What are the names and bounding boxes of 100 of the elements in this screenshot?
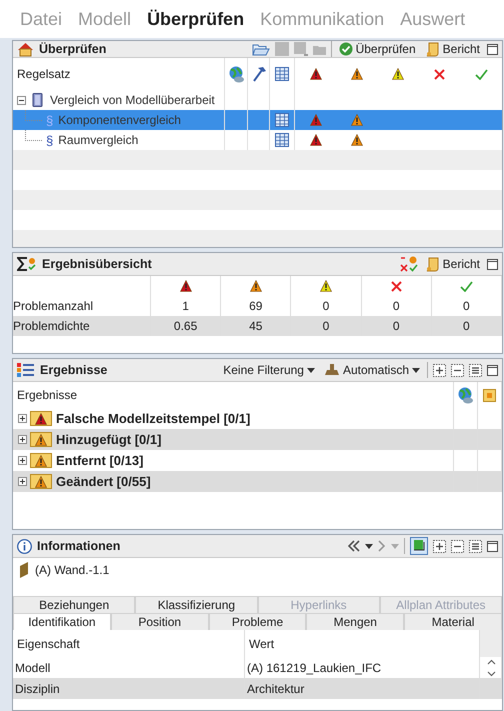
table-cell: 0 [392,319,400,333]
result-label[interactable]: Geändert [0/55] [56,474,151,489]
list-icon[interactable] [469,540,482,552]
sync-icon[interactable] [410,537,428,555]
row-label: Problemanzahl [13,299,94,313]
collapse-all-icon[interactable] [451,364,464,376]
rule-label[interactable]: Vergleich von Modellüberarbeit [50,93,215,107]
table-cell: 0 [322,299,330,313]
tab[interactable]: Identifikation [13,613,111,630]
toolbar-button[interactable]: Bericht [422,42,482,56]
checkmark-icon [460,280,473,292]
expand-all-icon[interactable] [433,364,446,376]
tab[interactable]: Beziehungen [13,596,136,613]
maximize-icon[interactable] [487,44,498,54]
cross-icon [390,280,403,292]
wall-icon [19,562,29,578]
table-cell: 0 [322,319,330,333]
table-cell: 0 [392,299,400,313]
dropdown-arrow-icon[interactable] [365,544,373,548]
expand-icon[interactable] [18,477,27,486]
table-cell: 0 [463,299,470,313]
warning-icon [351,68,364,80]
table-cell: 0.65 [174,319,198,333]
table-cell: 69 [249,299,262,313]
scroll-icon [424,42,440,56]
sigma-icon [17,257,37,271]
result-label[interactable]: Falsche Modellzeitstempel [0/1] [56,411,250,426]
result-label[interactable]: Entfernt [0/13] [56,453,144,468]
globe-icon [457,386,474,404]
scroll-icon [424,256,440,272]
result-label[interactable]: Hinzugefügt [0/1] [56,432,162,447]
row-label: Problemdichte [13,319,90,333]
panel-title: Ergebnisübersicht [42,257,152,271]
warning-icon [392,68,404,80]
maximize-icon[interactable] [487,258,498,270]
back-icon[interactable] [348,540,360,552]
toolbar-button[interactable]: Überprüfen [336,42,418,56]
object-name: (A) Wand.-1.1 [35,563,110,577]
column-header: Regelsatz [17,67,70,81]
rule-label[interactable]: Raumvergleich [58,133,138,147]
result-row[interactable]: Geändert [0/55] [13,471,502,492]
results-icon [17,363,35,377]
maximize-icon[interactable] [487,540,498,552]
scroll-arrows-icon[interactable] [487,658,496,676]
property-label: Disziplin [15,682,60,696]
table-cell: 1 [182,299,189,313]
maximize-icon[interactable] [487,364,498,376]
collapse-all-icon[interactable] [451,540,464,552]
warning-icon [310,68,322,80]
panel-title: Informationen [37,539,120,553]
panel-title: Ergebnisse [40,363,108,377]
column-header: Ergebnisse [17,388,78,402]
table-icon [275,67,289,81]
cross-icon [433,68,446,80]
table-icon [275,133,289,147]
folder-icon [483,388,496,402]
warning-icon [351,114,364,126]
list-icon[interactable] [469,364,482,376]
tab[interactable]: Klassifizierung [135,596,258,613]
folder-icon[interactable] [252,42,270,56]
warning-icon [180,280,192,292]
home-icon [17,42,34,56]
column-header: Wert [249,636,274,650]
table-cell: 0 [463,319,470,333]
checkmark-icon [474,68,488,80]
expand-icon[interactable] [18,456,27,465]
column-header: Eigenschaft [17,636,80,650]
warning-icon [310,114,322,126]
warning-icon [250,280,262,292]
expand-all-icon[interactable] [433,540,446,552]
table-cell: 45 [249,319,262,333]
status-icons-icon[interactable] [400,256,418,272]
globe-icon [228,66,244,82]
toolbar-button[interactable]: Bericht [422,256,482,272]
property-label: Modell [15,660,50,674]
section-sign: § [46,112,54,128]
warning-icon [351,134,364,146]
expand-icon[interactable] [18,435,27,444]
expand-icon[interactable] [18,414,27,423]
warning-icon [320,280,332,292]
warning-icon [310,134,322,146]
property-value: Architektur [247,682,304,696]
tab[interactable]: Material [404,613,502,630]
property-value: (A) 161219_Laukien_IFC [247,660,382,674]
menu-item[interactable]: Überprüfen [147,8,244,30]
tab[interactable]: Position [110,613,209,630]
panel-title: Überprüfen [39,42,106,56]
result-row[interactable]: Hinzugefügt [0/1] [13,429,502,450]
table-icon [275,113,289,127]
section-sign: § [46,132,54,148]
tree-row[interactable]: § Komponentenvergleich [13,110,502,130]
filter-dropdown[interactable]: Keine Filterung [221,363,317,377]
info-icon [17,538,32,554]
hammer-icon [250,66,266,82]
stamp-icon [324,363,340,377]
tab[interactable]: Probleme [208,613,306,630]
collapse-icon[interactable] [17,96,26,104]
mode-dropdown[interactable]: Automatisch [322,363,422,377]
tab[interactable]: Mengen [306,613,404,630]
rule-label[interactable]: Komponentenvergleich [58,113,181,127]
